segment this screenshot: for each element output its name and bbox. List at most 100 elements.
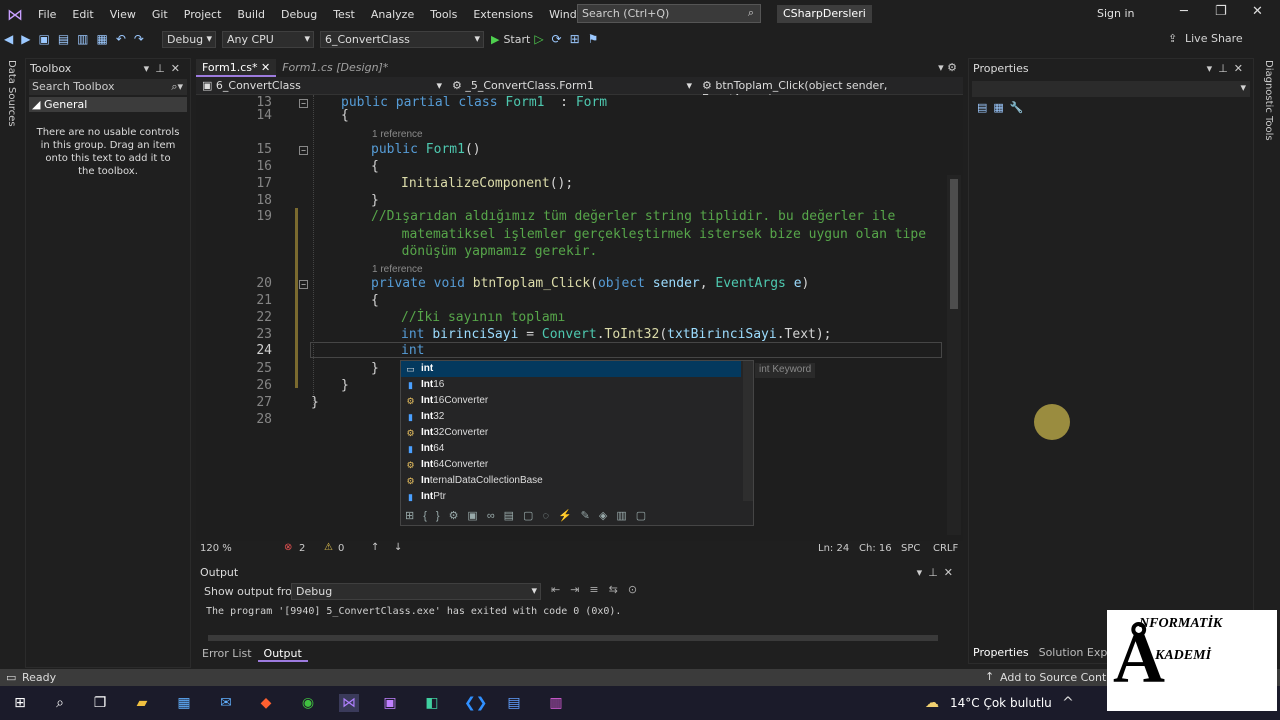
weather-text[interactable]: 14°C Çok bulutlu — [950, 696, 1052, 710]
warning-count[interactable]: 0 — [338, 543, 344, 554]
code-lens-text[interactable]: 1 reference — [372, 264, 423, 275]
calculator-icon[interactable]: ▦ — [174, 694, 194, 712]
close-icon[interactable]: ✕ — [261, 61, 270, 74]
premiere-icon[interactable]: ▣ — [380, 694, 400, 712]
error-count[interactable]: 2 — [299, 543, 305, 554]
toolbar-misc-icon[interactable]: ⊞ — [570, 32, 580, 46]
code-line[interactable]: 22 //İki sayının toplamı — [196, 310, 941, 327]
menu-item-project[interactable]: Project — [176, 8, 230, 21]
code-line[interactable]: 17 InitializeComponent(); — [196, 176, 941, 193]
code-line[interactable]: 15 public Form1() − — [196, 142, 941, 159]
properties-toolbar-icons[interactable]: ▤▦🔧 — [977, 101, 1245, 114]
fold-toggle-icon[interactable]: − — [299, 99, 308, 108]
code-line[interactable]: matematiksel işlemler gerçekleştirmek is… — [196, 227, 941, 244]
hot-reload-icon[interactable]: ⟳ — [552, 32, 562, 46]
menu-item-tools[interactable]: Tools — [422, 8, 465, 21]
intellisense-item[interactable]: ⚙ Int64Converter — [401, 457, 741, 473]
menu-item-test[interactable]: Test — [325, 8, 363, 21]
code-lens[interactable]: 1 reference — [196, 126, 941, 143]
nav-class-select[interactable]: ⚙ _5_ConvertClass.Form1 ▾ — [446, 77, 696, 94]
diagnostic-tools-tab[interactable]: Diagnostic Tools — [1263, 60, 1274, 141]
vscode-icon[interactable]: ❮❯ — [464, 694, 487, 712]
new-project-icon[interactable]: ▣ — [38, 32, 49, 46]
fold-toggle-icon[interactable]: − — [299, 280, 308, 289]
mail-icon[interactable]: ✉ — [216, 694, 236, 712]
menu-item-view[interactable]: View — [102, 8, 144, 21]
startup-project-select[interactable]: 6_ConvertClass — [319, 30, 484, 48]
undo-icon[interactable]: ↶ — [116, 32, 126, 46]
zoom-level[interactable]: 120 % — [200, 543, 232, 554]
sign-in-link[interactable]: Sign in — [1097, 7, 1135, 20]
configuration-select[interactable]: Debug — [161, 30, 216, 48]
line-ending[interactable]: CRLF — [933, 543, 958, 554]
code-line[interactable]: 14 { — [196, 108, 941, 125]
save-all-icon[interactable]: ▦ — [97, 32, 108, 46]
tab-output[interactable]: Output — [257, 646, 308, 662]
bookmark-icon[interactable]: ⚑ — [588, 32, 599, 46]
minimize-icon[interactable]: ─ — [1180, 4, 1188, 19]
code-line[interactable]: 18} — [196, 193, 941, 210]
search-box[interactable]: Search (Ctrl+Q) ⌕ — [577, 4, 761, 23]
nav-up-icon[interactable]: ↑ — [371, 542, 379, 553]
intellisense-scrollbar[interactable] — [743, 361, 753, 501]
data-sources-tab[interactable]: Data Sources — [6, 60, 17, 127]
back-icon[interactable]: ◀ — [4, 32, 13, 46]
nav-member-select[interactable]: ⚙ btnToplam_Click(object sender, EventAr… — [696, 77, 946, 105]
intellisense-item[interactable]: ⚙ InternalDataCollectionBase — [401, 473, 741, 489]
code-line[interactable]: 19 //Dışarıdan aldığımız tüm değerler str… — [196, 209, 941, 226]
panel-controls-icon[interactable]: ▾⊥✕ — [144, 62, 186, 75]
menu-item-debug[interactable]: Debug — [273, 8, 325, 21]
platform-select[interactable]: Any CPU — [221, 30, 314, 48]
live-share-icon[interactable]: ⇪ — [1168, 32, 1177, 45]
visual-studio-logo-icon[interactable]: ⋈ — [0, 0, 30, 28]
app-icon-2[interactable]: ▤ — [504, 694, 524, 712]
intellisense-item[interactable]: ⚙ Int16Converter — [401, 393, 741, 409]
tab-overflow-icon[interactable]: ▾ ⚙ — [932, 59, 963, 77]
fold-toggle-icon[interactable]: − — [299, 146, 308, 155]
code-line[interactable]: dönüşüm yapmamız gerekir. — [196, 244, 941, 261]
output-source-select[interactable]: Debug — [291, 583, 541, 600]
source-control-icon[interactable]: ↑ — [985, 670, 994, 683]
tab-error-list[interactable]: Error List — [196, 646, 258, 662]
menu-item-extensions[interactable]: Extensions — [465, 8, 541, 21]
start-button[interactable]: Start — [503, 33, 530, 46]
output-horizontal-scrollbar[interactable] — [208, 635, 938, 641]
menu-item-build[interactable]: Build — [229, 8, 273, 21]
open-icon[interactable]: ▤ — [58, 32, 69, 46]
toolbox-group-general[interactable]: ◢ General — [29, 97, 187, 112]
menu-item-analyze[interactable]: Analyze — [363, 8, 422, 21]
scrollbar-thumb[interactable] — [950, 179, 958, 309]
code-line[interactable]: 23 int birinciSayi = Convert.ToInt32(txtB… — [196, 327, 941, 344]
properties-object-select[interactable]: ▾ — [972, 81, 1250, 97]
tray-chevron-icon[interactable]: ^ — [1058, 694, 1078, 712]
tab-properties[interactable]: Properties — [973, 646, 1029, 659]
intellisense-popup[interactable]: ▭ int ▮ Int16 ⚙ Int16Converter ▮ Int32 ⚙ Int32Con… — [400, 360, 754, 526]
tab-form1-design[interactable]: Form1.cs [Design]* — [276, 59, 394, 77]
intellisense-item[interactable]: ▮ Int64 — [401, 441, 741, 457]
forward-icon[interactable]: ▶ — [21, 32, 30, 46]
chrome-icon[interactable]: ◉ — [298, 694, 318, 712]
file-explorer-icon[interactable]: ▰ — [132, 694, 152, 712]
tab-form1-cs[interactable]: Form1.cs* ✕ — [196, 59, 277, 77]
nav-project-select[interactable]: ▣ 6_ConvertClass ▾ — [196, 77, 446, 94]
menu-item-edit[interactable]: Edit — [64, 8, 101, 21]
visual-studio-icon[interactable]: ⋈ — [339, 694, 359, 712]
code-lens-text[interactable]: 1 reference — [372, 129, 423, 140]
whitespace-mode[interactable]: SPC — [901, 543, 920, 554]
output-toolbar-icons[interactable]: ⇤⇥≡⇆⊙ — [551, 583, 647, 596]
app-icon-3[interactable]: ▥ — [546, 694, 566, 712]
task-view-icon[interactable]: ❐ — [90, 694, 110, 712]
live-share-button[interactable]: Live Share — [1185, 32, 1243, 45]
menu-item-file[interactable]: File — [30, 8, 64, 21]
panel-controls-icon[interactable]: ▾⊥✕ — [1207, 62, 1249, 75]
close-icon[interactable]: ✕ — [1252, 4, 1263, 19]
add-to-source-control-button[interactable]: Add to Source Control — [1000, 671, 1120, 684]
search-icon[interactable]: ⌕ — [50, 694, 70, 712]
menu-item-git[interactable]: Git — [144, 8, 176, 21]
code-line[interactable]: 20 private void btnToplam_Click(object se… — [196, 276, 941, 293]
intellisense-filter-icons[interactable]: ⊞{}⚙▣∞▤▢◌⚡✎◈▥▢ — [405, 509, 655, 522]
nav-down-icon[interactable]: ↓ — [394, 542, 402, 553]
start-without-debug-icon[interactable]: ▷ — [534, 32, 543, 46]
app-icon[interactable]: ◧ — [422, 694, 442, 712]
intellisense-item[interactable]: ▭ int — [401, 361, 741, 377]
